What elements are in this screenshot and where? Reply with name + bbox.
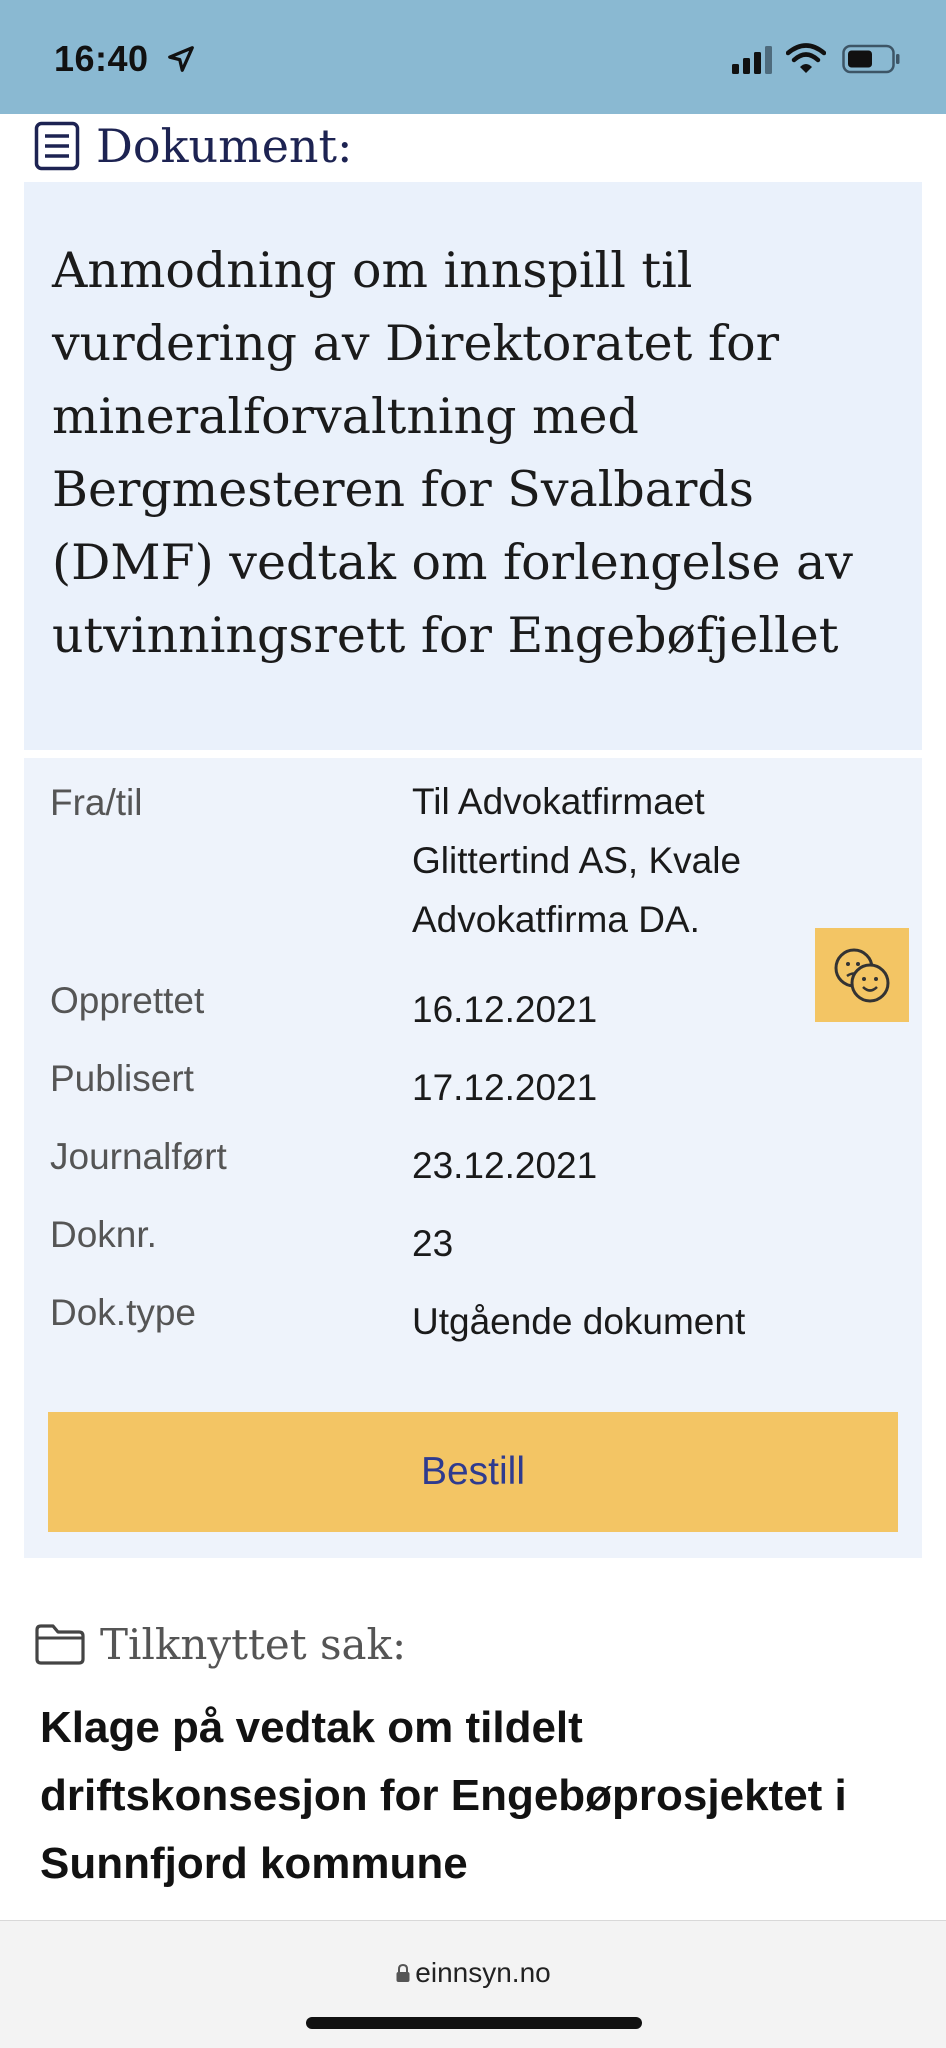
meta-value: 23 — [412, 1223, 454, 1264]
meta-label: Opprettet — [50, 980, 205, 1021]
meta-value: 23.12.2021 — [412, 1145, 598, 1186]
meta-label: Doknr. — [50, 1214, 157, 1255]
lock-icon — [396, 1963, 410, 1982]
url-text: einnsyn.no — [415, 1957, 551, 1988]
meta-value: 17.12.2021 — [412, 1067, 598, 1108]
meta-label: Dok.type — [50, 1292, 197, 1333]
meta-label: Publisert — [50, 1058, 194, 1099]
wifi-icon — [786, 43, 826, 73]
document-lines-icon — [34, 121, 80, 171]
document-title: Anmodning om innspill til vurdering av D… — [52, 242, 853, 664]
browser-url-bar[interactable]: einnsyn.no — [0, 1920, 946, 2048]
meta-label: Fra/til — [50, 782, 143, 823]
order-button[interactable]: Bestill — [48, 1412, 898, 1532]
case-title-link[interactable]: Klage på vedtak om tildelt driftskonsesj… — [40, 1694, 920, 1898]
status-bar: 16:40 — [0, 0, 946, 114]
signal-bars-icon — [732, 46, 772, 74]
document-heading-label: Dokument: — [96, 119, 353, 173]
document-title-panel: Anmodning om innspill til vurdering av D… — [24, 182, 922, 750]
document-heading: Dokument: — [34, 116, 353, 176]
battery-icon — [842, 44, 900, 74]
folder-icon — [35, 1624, 85, 1665]
case-heading: Tilknyttet sak: — [34, 1614, 406, 1674]
location-arrow-icon — [168, 46, 194, 72]
meta-value: Utgående dokument — [412, 1301, 746, 1342]
meta-value: Til Advokatfirmaet Glittertind AS, Kvale… — [412, 781, 742, 940]
status-time: 16:40 — [54, 38, 149, 79]
meta-label: Journalført — [50, 1136, 227, 1177]
meta-value: 16.12.2021 — [412, 989, 598, 1030]
home-indicator — [306, 2017, 642, 2029]
feedback-faces-icon — [834, 948, 890, 1003]
case-heading-label: Tilknyttet sak: — [100, 1619, 407, 1669]
feedback-button[interactable] — [815, 928, 909, 1022]
